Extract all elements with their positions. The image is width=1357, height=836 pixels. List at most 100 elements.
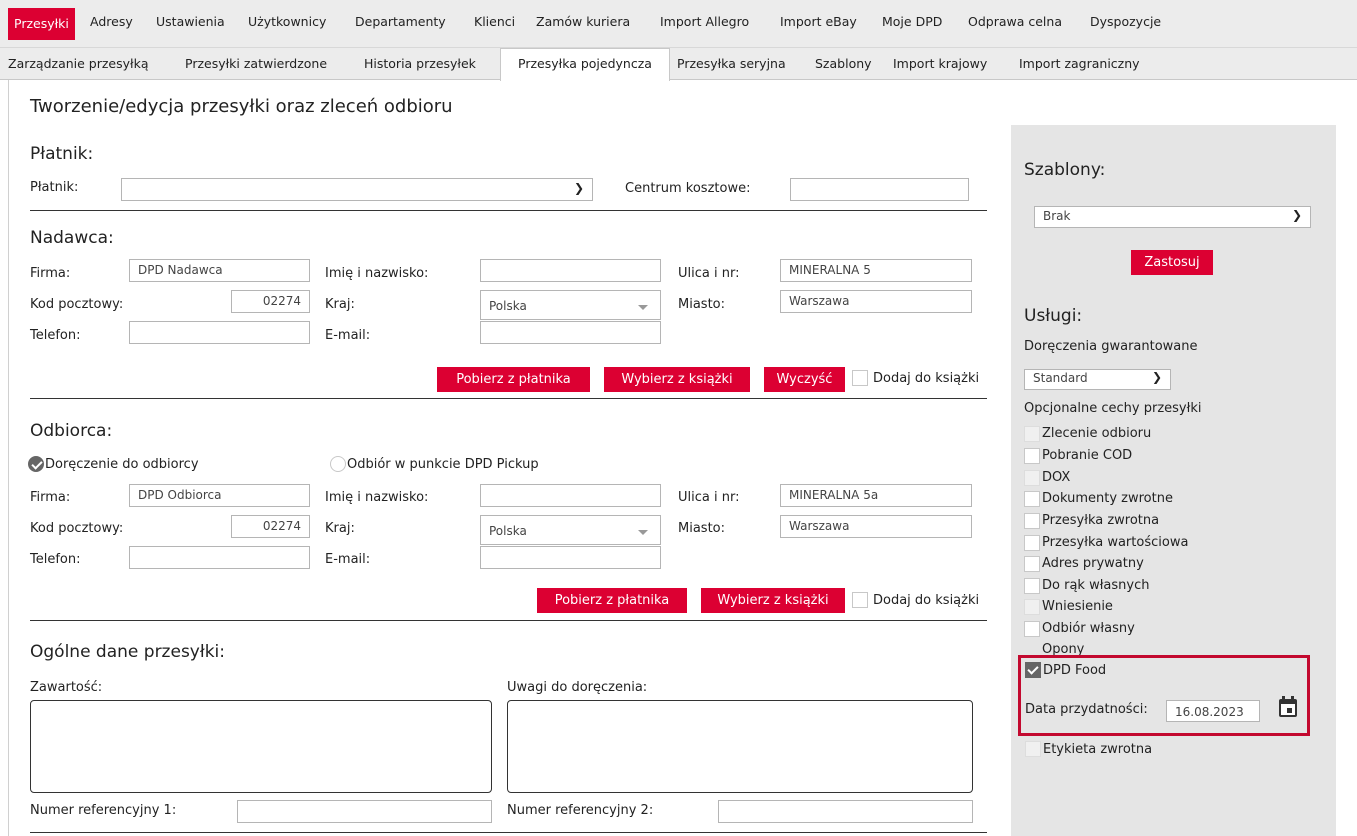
nav-item-uzytkownicy[interactable]: Użytkownicy [248,14,326,29]
option-dokumenty-zwrotne[interactable]: Dokumenty zwrotne [1024,491,1173,507]
option-checkbox[interactable] [1024,578,1040,594]
option-checkbox[interactable] [1024,470,1040,486]
tab-szablony[interactable]: Szablony [815,56,872,71]
divider [30,832,987,833]
tab-zarzadzanie[interactable]: Zarządzanie przesyłką [8,56,149,71]
nav-item-dyspozycje[interactable]: Dyspozycje [1090,14,1161,29]
nav-item-moje-dpd[interactable]: Moje DPD [882,14,942,29]
sender-add-to-book-checkbox[interactable] [852,370,868,386]
option-odbior-wlasny[interactable]: Odbiór własny [1024,621,1135,637]
tab-seryjna[interactable]: Przesyłka seryjna [677,56,786,71]
apply-template-button[interactable]: Zastosuj [1131,250,1213,275]
option-checkbox[interactable] [1024,491,1040,507]
sender-email-input[interactable] [480,321,661,344]
dpd-food-label: DPD Food [1043,663,1107,678]
option-label: Przesyłka zwrotna [1042,513,1160,528]
nav-item-zamow-kuriera[interactable]: Zamów kuriera [536,14,630,29]
payer-select[interactable]: ❯ [121,178,593,201]
nav-item-import-allegro[interactable]: Import Allegro [660,14,749,29]
sender-city-input[interactable]: Warszawa [780,290,972,313]
sender-country-select[interactable]: Polska [480,290,661,320]
option-label: Zlecenie odbioru [1042,426,1152,441]
receiver-choose-from-book-button[interactable]: Wybierz z książki [701,588,845,613]
option-do-rak-wlasnych[interactable]: Do rąk własnych [1024,578,1150,594]
radio-delivery[interactable] [28,456,44,472]
receiver-get-from-payer-button[interactable]: Pobierz z płatnika [537,588,687,613]
nav-item-klienci[interactable]: Klienci [474,14,515,29]
receiver-street-input[interactable]: MINERALNA 5a [780,484,972,507]
option-zlecenie-odbioru[interactable]: Zlecenie odbioru [1024,426,1152,442]
cost-center-label: Centrum kosztowe: [625,181,751,196]
sender-get-from-payer-button[interactable]: Pobierz z płatnika [437,367,590,392]
content-textarea[interactable] [30,700,492,793]
notes-textarea[interactable] [507,700,973,793]
option-adres-prywatny[interactable]: Adres prywatny [1024,556,1144,572]
option-checkbox[interactable] [1024,448,1040,464]
dpd-food-checkbox[interactable] [1025,662,1041,678]
option-checkbox[interactable] [1024,426,1040,442]
sender-add-to-book-label: Dodaj do książki [873,371,980,386]
sender-company-label: Firma: [30,266,71,281]
template-select[interactable]: Brak ❯ [1034,206,1311,228]
sender-choose-from-book-button[interactable]: Wybierz z książki [604,367,750,392]
option-pobranie-cod[interactable]: Pobranie COD [1024,448,1133,464]
nav-item-odprawa-celna[interactable]: Odprawa celna [968,14,1062,29]
sender-street-input[interactable]: MINERALNA 5 [780,259,972,282]
sub-nav: Zarządzanie przesyłką Przesyłki zatwierd… [0,48,1357,81]
option-opony[interactable]: Opony [1042,642,1084,655]
chevron-down-icon: ❯ [573,181,584,195]
cost-center-input[interactable] [790,178,969,201]
tab-import-krajowy[interactable]: Import krajowy [893,56,987,71]
sender-phone-input[interactable] [129,321,310,344]
tab-zatwierdzone[interactable]: Przesyłki zatwierdzone [185,56,327,71]
receiver-country-value: Polska [489,524,527,538]
option-label: Do rąk własnych [1042,578,1150,593]
option-przesylka-wartosciowa[interactable]: Przesyłka wartościowa [1024,535,1188,551]
receiver-email-input[interactable] [480,546,661,569]
sender-name-input[interactable] [480,259,661,282]
sender-company-input[interactable]: DPD Nadawca [129,259,310,282]
content-label: Zawartość: [30,680,103,695]
tab-import-zagraniczny[interactable]: Import zagraniczny [1019,56,1140,71]
tab-historia[interactable]: Historia przesyłek [364,56,476,71]
option-checkbox[interactable] [1024,556,1040,572]
return-label-checkbox[interactable] [1025,741,1041,757]
expiry-label: Data przydatności: [1025,702,1148,717]
receiver-add-to-book-checkbox[interactable] [852,592,868,608]
page-title: Tworzenie/edycja przesyłki oraz zleceń o… [30,96,453,117]
nav-item-import-ebay[interactable]: Import eBay [780,14,857,29]
chevron-down-icon: ❯ [1291,208,1302,222]
nav-item-adresy[interactable]: Adresy [90,14,133,29]
option-wniesienie[interactable]: Wniesienie [1024,599,1113,615]
receiver-country-label: Kraj: [325,521,355,536]
radio-pickup[interactable] [330,456,346,472]
calendar-icon[interactable] [1278,696,1298,718]
tab-przesylka-pojedyncza[interactable]: Przesyłka pojedyncza [500,48,670,81]
guaranteed-value: Standard [1033,371,1088,385]
receiver-street-label: Ulica i nr: [678,490,740,505]
expiry-date-input[interactable]: 16.08.2023 [1166,700,1260,722]
receiver-company-input[interactable]: DPD Odbiorca [129,484,310,507]
nav-item-przesylki[interactable]: Przesyłki [8,8,75,40]
receiver-postal-input[interactable]: 02274 [231,515,310,538]
sender-clear-button[interactable]: Wyczyść [764,367,845,392]
ref1-input[interactable] [237,800,492,823]
sender-postal-input[interactable]: 02274 [231,290,310,313]
option-przesylka-zwrotna[interactable]: Przesyłka zwrotna [1024,513,1160,529]
receiver-company-label: Firma: [30,490,71,505]
option-checkbox[interactable] [1024,513,1040,529]
option-checkbox[interactable] [1024,621,1040,637]
option-dox[interactable]: DOX [1024,470,1070,486]
receiver-country-select[interactable]: Polska [480,515,661,545]
nav-item-departamenty[interactable]: Departamenty [355,14,446,29]
receiver-name-input[interactable] [480,484,661,507]
option-label: Opony [1042,642,1085,655]
receiver-city-input[interactable]: Warszawa [780,515,972,538]
ref2-input[interactable] [718,800,973,823]
nav-item-ustawienia[interactable]: Ustawienia [156,14,225,29]
option-checkbox[interactable] [1024,535,1040,551]
option-checkbox[interactable] [1024,599,1040,615]
option-label: Pobranie COD [1042,448,1133,463]
guaranteed-select[interactable]: Standard ❯ [1024,369,1171,390]
receiver-phone-input[interactable] [129,546,310,569]
